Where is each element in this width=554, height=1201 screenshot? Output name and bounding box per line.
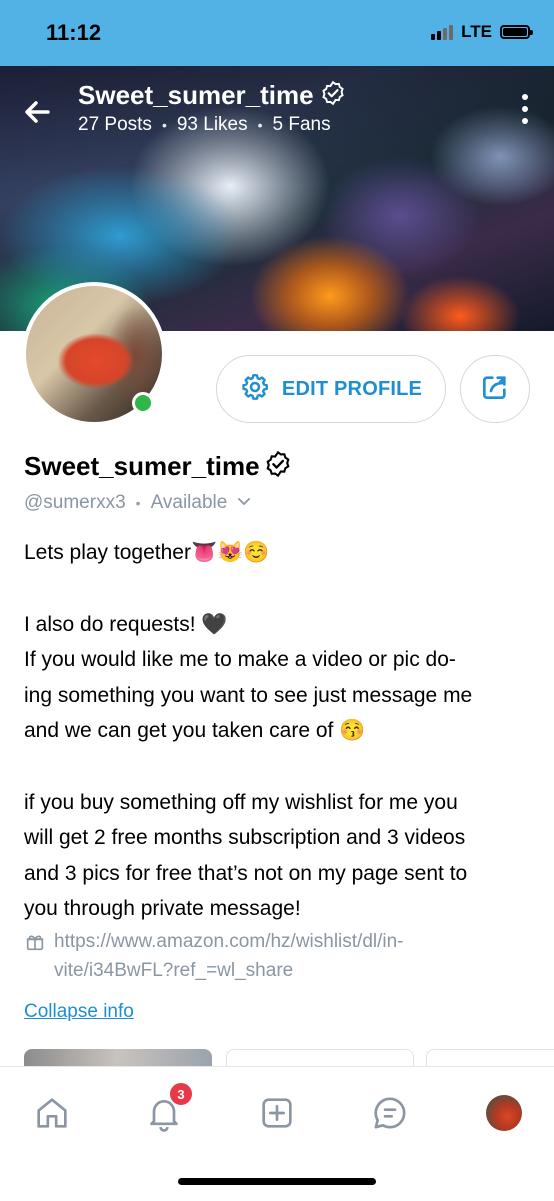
status-bar: 11:12 LTE: [0, 0, 554, 66]
verified-icon: [264, 450, 292, 483]
availability-status[interactable]: Available: [151, 492, 228, 514]
profile-name-row: Sweet_sumer_time: [24, 450, 292, 483]
cover-stats: 27 Posts • 93 Likes • 5 Fans: [78, 114, 331, 136]
collapse-info-link[interactable]: Collapse info: [24, 1001, 134, 1023]
edit-profile-label: EDIT PROFILE: [281, 377, 423, 400]
network-label: LTE: [461, 22, 492, 41]
notification-badge: 3: [168, 1081, 194, 1107]
cover-title: Sweet_sumer_time: [78, 80, 346, 111]
home-icon[interactable]: [30, 1091, 74, 1135]
handle-row: @sumerxx3 • Available: [24, 492, 251, 514]
share-button[interactable]: [460, 355, 530, 423]
battery-icon: [500, 25, 533, 39]
add-post-icon[interactable]: [255, 1091, 299, 1135]
notifications-icon[interactable]: 3: [142, 1081, 194, 1135]
avatar: [486, 1095, 522, 1131]
share-icon: [479, 371, 511, 408]
likes-count[interactable]: 93 Likes: [177, 114, 248, 136]
gear-icon: [240, 372, 270, 407]
wishlist-link[interactable]: https://www.amazon.com/hz/wishlist/dl/in…: [24, 927, 534, 985]
messages-icon[interactable]: [368, 1091, 412, 1135]
posts-count[interactable]: 27 Posts: [78, 114, 152, 136]
status-icons: LTE: [431, 22, 533, 42]
profile-bio: Lets play together👅😻☺️ I also do request…: [24, 535, 534, 927]
verified-icon: [320, 80, 346, 111]
home-indicator[interactable]: [178, 1178, 376, 1185]
edit-profile-button[interactable]: EDIT PROFILE: [216, 355, 446, 423]
status-time: 11:12: [46, 20, 102, 45]
profile-name: Sweet_sumer_time: [24, 451, 260, 481]
more-options-icon[interactable]: [522, 94, 532, 124]
gift-icon: [24, 927, 46, 985]
bio-paragraph: Lets play together👅😻☺️: [24, 541, 270, 564]
user-handle: @sumerxx3: [24, 492, 126, 513]
chevron-down-icon[interactable]: [237, 492, 251, 514]
profile-nav-avatar[interactable]: [482, 1091, 526, 1135]
back-arrow-icon[interactable]: [18, 92, 58, 132]
wishlist-url[interactable]: https://www.amazon.com/hz/wishlist/dl/in…: [54, 927, 404, 985]
online-status-indicator: [132, 392, 154, 414]
signal-icon: [431, 24, 454, 40]
fans-count[interactable]: 5 Fans: [273, 114, 331, 136]
bio-paragraph: if you buy something off my wishlist for…: [24, 790, 468, 921]
cover-username: Sweet_sumer_time: [78, 80, 314, 110]
bio-paragraph: I also do requests! 🖤 If you would like …: [24, 612, 473, 743]
